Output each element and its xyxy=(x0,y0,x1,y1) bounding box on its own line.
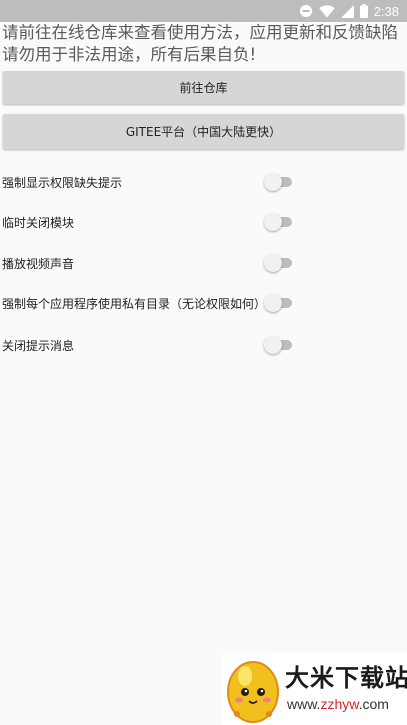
status-bar: 2:38 xyxy=(0,0,407,22)
setting-label: 关闭提示消息 xyxy=(2,338,75,353)
signal-icon xyxy=(340,4,354,18)
setting-label: 强制每个应用程序使用私有目录（无论权限如何） xyxy=(2,296,267,311)
setting-row-private-directory[interactable]: 强制每个应用程序使用私有目录（无论权限如何） xyxy=(0,285,407,321)
toggle-thumb xyxy=(264,213,282,231)
disable-module-toggle[interactable] xyxy=(264,212,292,232)
setting-label: 播放视频声音 xyxy=(2,256,75,271)
wifi-icon xyxy=(318,4,335,17)
gitee-platform-button[interactable]: GITEE平台（中国大陆更快） xyxy=(3,114,404,149)
setting-row-video-sound[interactable]: 播放视频声音 xyxy=(0,245,407,281)
watermark-url: www.zzhyw.com xyxy=(287,696,389,712)
setting-row-force-permission-hint[interactable]: 强制显示权限缺失提示 xyxy=(0,164,407,200)
toggle-thumb xyxy=(264,336,282,354)
close-hint-message-toggle[interactable] xyxy=(264,335,292,355)
toggle-thumb xyxy=(264,173,282,191)
private-directory-toggle[interactable] xyxy=(264,293,292,313)
setting-label: 强制显示权限缺失提示 xyxy=(2,175,123,190)
setting-row-close-hint-message[interactable]: 关闭提示消息 xyxy=(0,327,407,363)
watermark-url-accent: zzhyw xyxy=(320,696,359,712)
toggle-thumb xyxy=(264,294,282,312)
setting-label: 临时关闭模块 xyxy=(2,215,75,230)
watermark: 大米下载站 www.zzhyw.com xyxy=(223,652,407,725)
setting-row-disable-module[interactable]: 临时关闭模块 xyxy=(0,204,407,240)
status-time: 2:38 xyxy=(373,3,399,19)
battery-icon xyxy=(359,4,368,18)
watermark-url-prefix: www. xyxy=(287,696,321,712)
watermark-url-suffix: .com xyxy=(358,696,389,712)
video-sound-toggle[interactable] xyxy=(264,253,292,273)
notice-line-2: 请勿用于非法用途，所有后果自负! xyxy=(2,45,257,64)
go-to-repo-button[interactable]: 前往仓库 xyxy=(3,71,404,104)
watermark-title: 大米下载站 xyxy=(285,664,407,692)
notice-line-1: 请前往在线仓库来查看使用方法，应用更新和反馈缺陷 xyxy=(2,23,398,42)
rice-mascot-logo xyxy=(227,661,279,723)
force-permission-hint-toggle[interactable] xyxy=(264,172,292,192)
do-not-disturb-icon xyxy=(299,5,312,17)
toggle-thumb xyxy=(264,254,282,272)
status-icons: 2:38 xyxy=(299,2,399,20)
notice-text: 请前往在线仓库来查看使用方法，应用更新和反馈缺陷 请勿用于非法用途，所有后果自负… xyxy=(2,22,407,66)
